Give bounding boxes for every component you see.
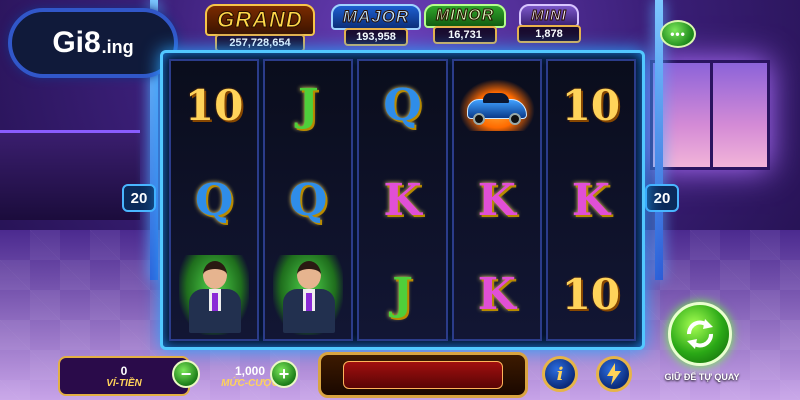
symbol-k: K bbox=[477, 269, 516, 321]
spin-button-face bbox=[343, 361, 503, 389]
symbol-q: Q bbox=[289, 174, 328, 226]
ellipsis-icon: ••• bbox=[670, 27, 686, 41]
turbo-button[interactable] bbox=[596, 356, 632, 392]
jackpot-mini-value: 1,878 bbox=[517, 25, 581, 43]
symbol-10: 10 bbox=[561, 270, 621, 320]
autospin-button[interactable] bbox=[668, 302, 732, 366]
symbol-k: K bbox=[383, 174, 422, 226]
bet-value: 1,000 bbox=[234, 363, 266, 378]
autospin-label: GIỮ ĐỂ TỰ QUAY bbox=[664, 372, 740, 382]
background-neon-pillar bbox=[655, 0, 663, 280]
bottom-control-bar: 0 VÍ-TIỀN 1,000 MỨC-CƯỢC − + i bbox=[30, 350, 632, 400]
wallet-display: 0 VÍ-TIỀN bbox=[58, 356, 190, 396]
payline-count-right: 20 bbox=[645, 184, 679, 212]
man-icon bbox=[273, 254, 344, 335]
reel-5: 10 K 10 bbox=[545, 59, 637, 341]
payline-count-left: 20 bbox=[122, 184, 156, 212]
background-window bbox=[650, 60, 770, 170]
spin-button[interactable] bbox=[318, 352, 528, 398]
wallet-label: VÍ-TIỀN bbox=[106, 377, 142, 389]
jackpot-minor-title: Minor bbox=[423, 4, 507, 28]
reel-4: KK bbox=[451, 59, 542, 341]
symbol-q: Q bbox=[194, 174, 234, 226]
jackpot-banner: Grand 257,728,654 Major 193,958 Minor 16… bbox=[195, 4, 585, 52]
lightning-icon bbox=[607, 363, 621, 385]
jackpot-major-title: Major bbox=[330, 4, 422, 30]
reel-3: QKJ bbox=[357, 59, 448, 341]
symbol-k: K bbox=[571, 174, 611, 226]
symbol-man-icon bbox=[265, 250, 351, 339]
decrease-bet-button[interactable]: − bbox=[172, 360, 200, 388]
menu-button[interactable]: ••• bbox=[660, 20, 696, 48]
jackpot-minor: Minor 16,731 bbox=[423, 4, 507, 50]
jackpot-minor-value: 16,731 bbox=[433, 26, 497, 44]
jackpot-mini-title: Mini bbox=[519, 4, 579, 27]
wallet-value: 0 bbox=[120, 363, 128, 378]
logo-main-text: Gi8 bbox=[52, 26, 101, 59]
symbol-k: K bbox=[477, 174, 516, 226]
jackpot-major-value: 193,958 bbox=[344, 28, 408, 46]
symbol-j: J bbox=[297, 79, 319, 131]
refresh-icon bbox=[687, 319, 713, 349]
jackpot-grand-title: Grand bbox=[205, 4, 315, 36]
man-icon bbox=[179, 254, 250, 335]
background-bar-counter bbox=[0, 130, 140, 220]
reels-grid: 10 Q J Q Q K J K K 10 K 10 bbox=[169, 59, 637, 341]
site-logo: Gi8 .ing bbox=[8, 8, 178, 78]
symbol-j: J bbox=[392, 269, 413, 321]
symbol-car-icon bbox=[454, 61, 540, 150]
increase-bet-button[interactable]: + bbox=[270, 360, 298, 388]
symbol-man-icon bbox=[171, 250, 257, 339]
reel-2: JQ bbox=[263, 59, 354, 341]
reel-frame: 10 Q J Q Q K J K K 10 K 10 bbox=[160, 50, 645, 350]
symbol-10: 10 bbox=[184, 80, 244, 130]
reel-1: 10 Q bbox=[169, 59, 260, 341]
symbol-q: Q bbox=[383, 79, 422, 131]
car-icon bbox=[458, 79, 535, 132]
jackpot-mini: Mini 1,878 bbox=[513, 4, 585, 50]
info-button[interactable]: i bbox=[542, 356, 578, 392]
logo-suffix-text: .ing bbox=[101, 36, 134, 57]
jackpot-major: Major 193,958 bbox=[330, 4, 422, 50]
jackpot-grand: Grand 257,728,654 bbox=[195, 4, 325, 52]
symbol-10: 10 bbox=[561, 80, 621, 130]
